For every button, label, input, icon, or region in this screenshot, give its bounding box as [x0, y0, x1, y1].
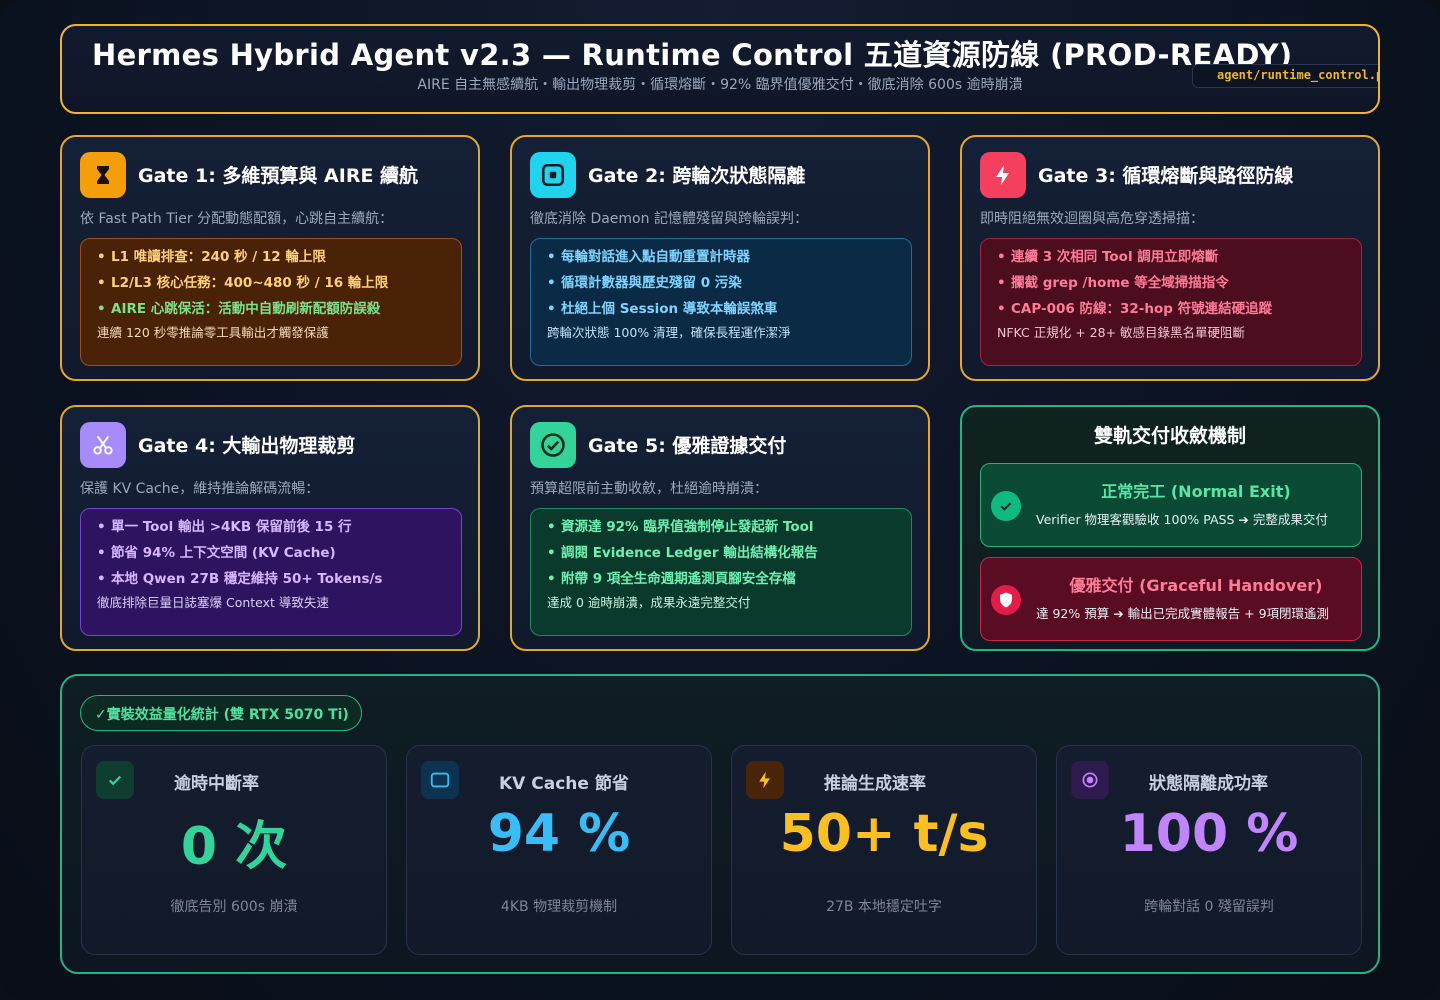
- gate-desc: 保護 KV Cache，維持推論解碼流暢：: [80, 481, 320, 497]
- check-circle-icon: [530, 422, 576, 468]
- page-subtitle: AIRE 自主無感續航・輸出物理裁剪・循環熔斷・92% 臨界值優雅交付・徹底消除…: [417, 77, 1023, 93]
- gate-4-card: Gate 4: 大輸出物理裁剪 保護 KV Cache，維持推論解碼流暢： • 單…: [60, 405, 480, 651]
- stat-value: 100 %: [1119, 804, 1299, 864]
- stats-panel: ✓實裝效益量化統計 (雙 RTX 5070 Ti) 逾時中斷率 0 次 徹底告別…: [60, 674, 1380, 974]
- stats-badge: ✓實裝效益量化統計 (雙 RTX 5070 Ti): [80, 695, 362, 731]
- target-icon: [1071, 761, 1109, 799]
- gate-note: 達成 0 逾時崩潰，成果永遠完整交付: [547, 595, 751, 610]
- gate-1-card: Gate 1: 多維預算與 AIRE 續航 依 Fast Path Tier 分…: [60, 135, 480, 381]
- stat-label: KV Cache 節省: [499, 774, 629, 794]
- convergence-title: 雙軌交付收斂機制: [1093, 425, 1246, 447]
- gate-note: 連續 120 秒零推論零工具輸出才觸發保護: [97, 325, 329, 340]
- graceful-handover-title: 優雅交付 (Graceful Handover): [1069, 576, 1323, 595]
- check-icon: ✓: [95, 707, 107, 723]
- stat-label: 逾時中斷率: [174, 774, 259, 794]
- list-item: • 單一 Tool 輸出 >4KB 保留前後 15 行: [97, 519, 352, 535]
- normal-exit-box: 正常完工 (Normal Exit) Verifier 物理客觀驗收 100% …: [980, 463, 1362, 547]
- gate-desc: 預算超限前主動收斂，杜絕逾時崩潰：: [530, 481, 768, 497]
- stat-card-timeout: 逾時中斷率 0 次 徹底告別 600s 崩潰: [81, 745, 387, 955]
- list-item: • 杜絕上個 Session 導致本輪誤煞車: [547, 301, 778, 317]
- gate-detail-box: • L1 唯讀排查：240 秒 / 12 輪上限 • L2/L3 核心任務：400~…: [80, 238, 462, 366]
- gate-detail-box: • 資源達 92% 臨界值強制停止發起新 Tool • 調閱 Evidence Le…: [530, 508, 912, 636]
- stat-value: 50+ t/s: [779, 804, 989, 864]
- gate-title: Gate 5: 優雅證據交付: [588, 435, 787, 457]
- list-item: • 附帶 9 項全生命週期遙測頁腳安全存檔: [547, 571, 796, 587]
- gate-note: 徹底排除巨量日誌塞爆 Context 導致失速: [97, 595, 329, 610]
- list-item: • 循環計數器與歷史殘留 0 污染: [547, 275, 742, 291]
- scissors-icon: [80, 422, 126, 468]
- list-item: • 資源達 92% 臨界值強制停止發起新 Tool: [547, 519, 814, 535]
- list-item: • 每輪對話進入點自動重置計時器: [547, 249, 750, 265]
- stat-card-kv-cache: KV Cache 節省 94 % 4KB 物理裁剪機制: [406, 745, 712, 955]
- stat-label: 狀態隔離成功率: [1149, 774, 1268, 794]
- gate-2-card: Gate 2: 跨輪次狀態隔離 徹底消除 Daemon 記憶體殘留與跨輪誤判： …: [510, 135, 930, 381]
- gate-title: Gate 1: 多維預算與 AIRE 續航: [138, 165, 419, 187]
- stats-badge-label: 實裝效益量化統計 (雙 RTX 5070 Ti): [106, 707, 349, 723]
- list-item: • 連續 3 次相同 Tool 調用立即熔斷: [997, 249, 1219, 265]
- stat-card-isolation: 狀態隔離成功率 100 % 跨輪對話 0 殘留誤判: [1056, 745, 1362, 955]
- list-item: • L2/L3 核心任務：400~480 秒 / 16 輪上限: [97, 275, 389, 291]
- gate-title: Gate 2: 跨輪次狀態隔離: [588, 165, 806, 187]
- page-title: Hermes Hybrid Agent v2.3 — Runtime Contr…: [92, 38, 1293, 72]
- stat-sub: 4KB 物理裁剪機制: [500, 899, 618, 915]
- lightning-icon: [746, 761, 784, 799]
- stat-sub: 徹底告別 600s 崩潰: [170, 899, 298, 915]
- normal-exit-title: 正常完工 (Normal Exit): [1101, 482, 1291, 501]
- stat-value: 94 %: [487, 804, 631, 864]
- shield-icon: [991, 585, 1021, 615]
- stat-sub: 27B 本地穩定吐字: [826, 899, 942, 915]
- gate-desc: 依 Fast Path Tier 分配動態配額，心跳自主續航：: [80, 211, 394, 227]
- graceful-handover-desc: 達 92% 預算 ➔ 輸出已完成實體報告 + 9項閉環遙測: [1036, 606, 1330, 621]
- gate-5-card: Gate 5: 優雅證據交付 預算超限前主動收斂，杜絕逾時崩潰： • 資源達 92…: [510, 405, 930, 651]
- list-item: • 攔截 grep /home 等全域掃描指令: [997, 275, 1229, 291]
- lightning-icon: [980, 152, 1026, 198]
- list-item: • 調閱 Evidence Ledger 輸出結構化報告: [547, 545, 818, 561]
- list-item: • AIRE 心跳保活：活動中自動刷新配額防誤殺: [97, 301, 381, 317]
- file-path-tag: agent/runtime_control.py: [1192, 64, 1378, 88]
- hourglass-icon: [80, 152, 126, 198]
- gate-3-card: Gate 3: 循環熔斷與路徑防線 即時阻絕無效迴圈與高危穿透掃描： • 連續 3…: [960, 135, 1380, 381]
- header-banner: Hermes Hybrid Agent v2.3 — Runtime Contr…: [60, 24, 1380, 114]
- list-item: • CAP-006 防線：32-hop 符號連結硬追蹤: [997, 301, 1273, 317]
- gate-detail-box: • 連續 3 次相同 Tool 調用立即熔斷 • 攔截 grep /home 等全域…: [980, 238, 1362, 366]
- graceful-handover-box: 優雅交付 (Graceful Handover) 達 92% 預算 ➔ 輸出已完…: [980, 557, 1362, 641]
- gate-title: Gate 3: 循環熔斷與路徑防線: [1038, 165, 1294, 187]
- list-item: • 本地 Qwen 27B 穩定維持 50+ Tokens/s: [97, 571, 383, 587]
- list-item: • 節省 94% 上下文空間 (KV Cache): [97, 545, 336, 561]
- stat-label: 推論生成速率: [824, 774, 926, 794]
- isolation-icon: [530, 152, 576, 198]
- check-icon: [991, 491, 1021, 521]
- stat-card-inference-speed: 推論生成速率 50+ t/s 27B 本地穩定吐字: [731, 745, 1037, 955]
- gate-desc: 即時阻絕無效迴圈與高危穿透掃描：: [980, 211, 1204, 227]
- normal-exit-desc: Verifier 物理客觀驗收 100% PASS ➔ 完整成果交付: [1036, 512, 1328, 527]
- list-item: • L1 唯讀排查：240 秒 / 12 輪上限: [97, 249, 326, 265]
- gate-note: NFKC 正規化 + 28+ 敏感目錄黑名單硬阻斷: [997, 325, 1246, 340]
- delivery-convergence-card: 雙軌交付收斂機制 正常完工 (Normal Exit) Verifier 物理客…: [960, 405, 1380, 651]
- check-icon: [96, 761, 134, 799]
- stat-value: 0 次: [180, 817, 288, 877]
- gate-title: Gate 4: 大輸出物理裁剪: [138, 435, 356, 457]
- window-icon: [421, 761, 459, 799]
- gate-note: 跨輪次狀態 100% 清理，確保長程運作潔淨: [547, 325, 791, 340]
- gate-desc: 徹底消除 Daemon 記憶體殘留與跨輪誤判：: [530, 211, 808, 227]
- gate-detail-box: • 單一 Tool 輸出 >4KB 保留前後 15 行 • 節省 94% 上下文空間…: [80, 508, 462, 636]
- gate-detail-box: • 每輪對話進入點自動重置計時器 • 循環計數器與歷史殘留 0 污染 • 杜絕上個 S…: [530, 238, 912, 366]
- stat-sub: 跨輪對話 0 殘留誤判: [1144, 899, 1274, 915]
